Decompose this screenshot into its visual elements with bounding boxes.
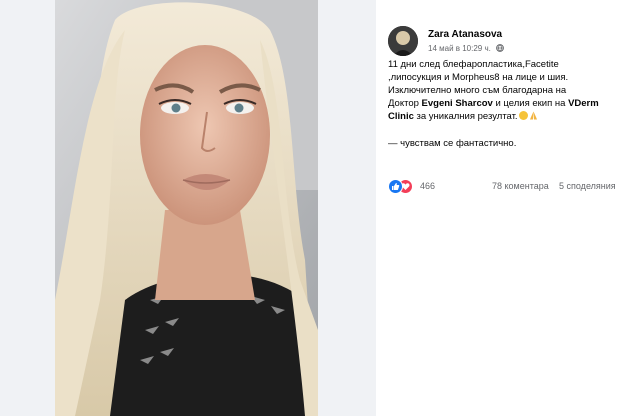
like-icon [388, 179, 403, 194]
post-timestamp[interactable]: 14 май в 10:29 ч. [428, 44, 491, 53]
post-meta: 14 май в 10:29 ч. [428, 44, 505, 53]
share-count[interactable]: 5 споделяния [559, 181, 616, 191]
avatar[interactable] [388, 26, 418, 56]
post-text-line: Доктор Evgeni Sharcov и целия екип на VD… [388, 97, 628, 110]
tagged-person[interactable]: Evgeni Sharcov [422, 98, 493, 109]
text-segment: Доктор [388, 98, 422, 109]
selfie-image [55, 0, 318, 416]
reaction-count[interactable]: 466 [420, 181, 435, 191]
tagged-page[interactable]: Clinic [388, 111, 414, 122]
post-text-line: ,липосукция и Morpheus8 на лице и шия. [388, 72, 569, 83]
pray-emoji-icon [529, 111, 538, 120]
post-text: 11 дни след блефаропластика,Facetite ,ли… [388, 58, 628, 150]
reaction-icons[interactable] [388, 179, 414, 194]
post-text-line: 11 дни след блефаропластика,Facetite [388, 59, 559, 70]
feeling-text: — чувствам се фантастично. [388, 138, 517, 149]
tagged-page[interactable]: VDerm [568, 98, 599, 109]
text-segment: и целия екип на [492, 98, 569, 109]
globe-icon [496, 44, 505, 52]
reactions-bar: 466 78 коментара 5 споделяния [388, 178, 628, 194]
post-text-line: Clinic за уникалния резултат. [388, 110, 628, 123]
post-photo[interactable] [55, 0, 318, 416]
author-name[interactable]: Zara Atanasova [428, 29, 502, 40]
comment-count[interactable]: 78 коментара [492, 181, 549, 191]
post-panel: Zara Atanasova 14 май в 10:29 ч. 11 дни … [376, 0, 640, 416]
text-segment: за уникалния резултат. [413, 111, 518, 122]
smile-emoji-icon [518, 111, 528, 120]
post-text-line: Изключително много съм благодарна на [388, 85, 567, 96]
